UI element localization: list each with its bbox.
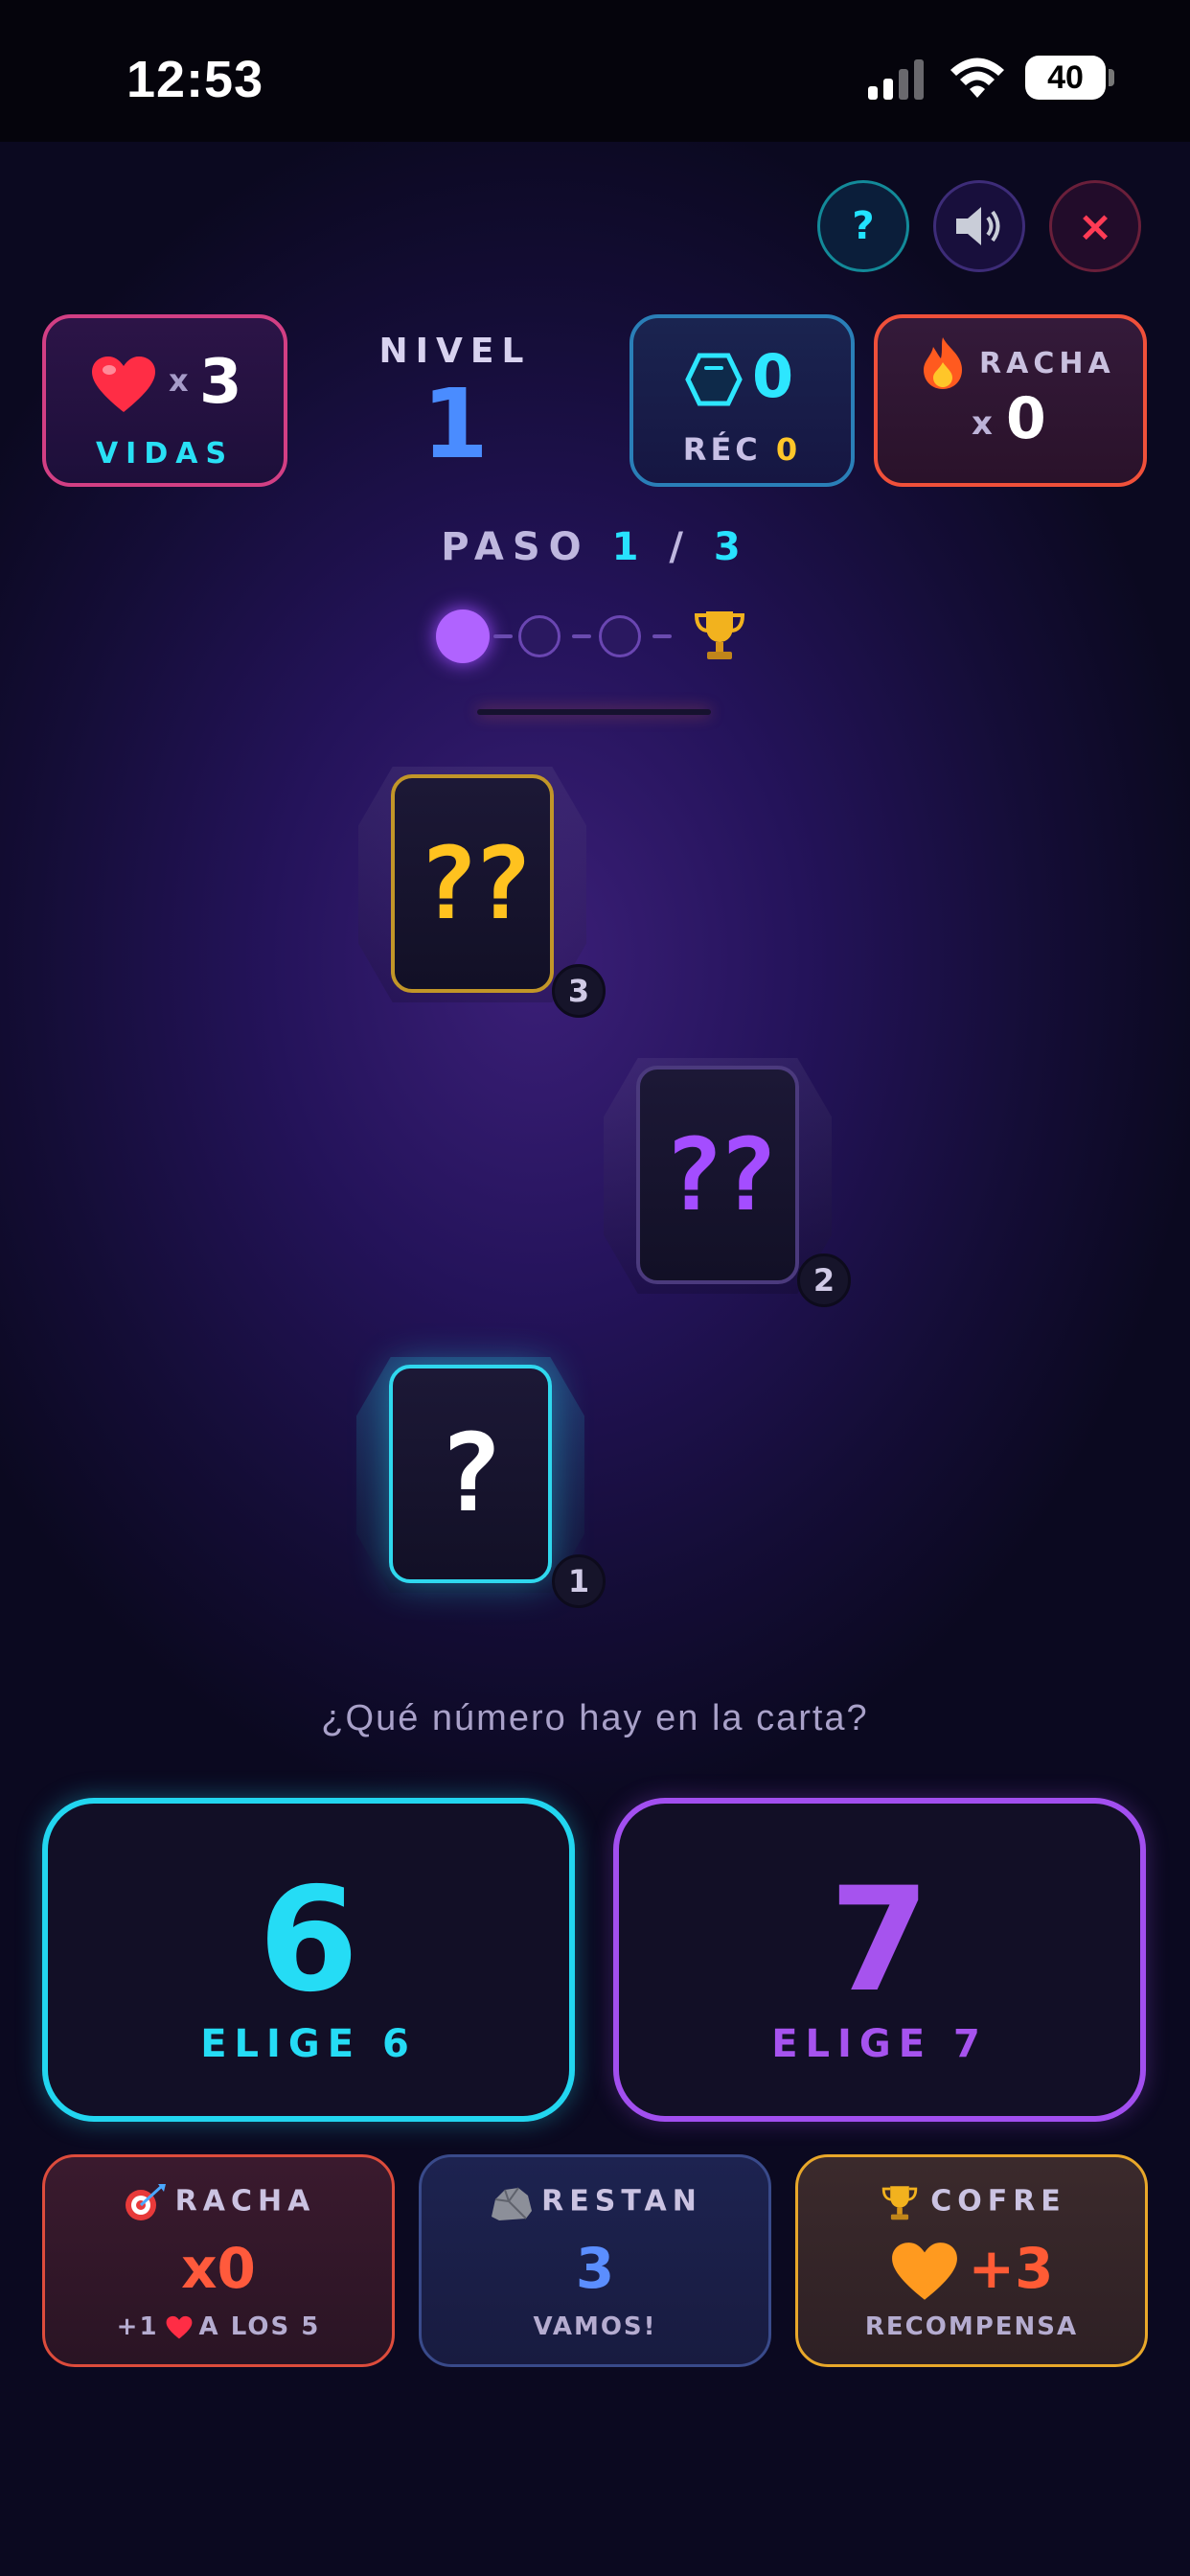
- progress-dot-1: [436, 610, 490, 663]
- answer-6-number: 6: [258, 1857, 359, 2024]
- streak-panel: RACHA x 0: [874, 314, 1147, 487]
- streak-card-value: x0: [181, 2236, 256, 2301]
- step-progress: [436, 606, 762, 667]
- remaining-card-header: RESTAN: [422, 2182, 768, 2222]
- answer-6-button[interactable]: 6 ELIGE 6: [42, 1798, 575, 2122]
- remaining-card: RESTAN 3 VAMOS!: [419, 2154, 771, 2367]
- card-2-badge: 2: [797, 1254, 851, 1307]
- streak-value: 0: [1006, 385, 1046, 452]
- heart-icon: [92, 356, 155, 412]
- dart-target-icon: [125, 2184, 166, 2220]
- streak-label: RACHA: [979, 347, 1115, 380]
- level-number: 1: [422, 368, 489, 480]
- streak-card-title: RACHA: [174, 2184, 316, 2219]
- remaining-card-value: 3: [575, 2236, 615, 2301]
- record-panel: 0 RÉC 0: [629, 314, 855, 487]
- chest-card-header: COFRE: [798, 2182, 1145, 2222]
- answer-6-label: ELIGE 6: [200, 2022, 417, 2066]
- answer-7-number: 7: [829, 1857, 930, 2024]
- record-label: RÉC 0: [682, 431, 802, 468]
- chest-card: COFRE +3 RECOMPENSA: [795, 2154, 1148, 2367]
- answer-7-label: ELIGE 7: [771, 2022, 988, 2066]
- card-1: ?: [389, 1365, 552, 1583]
- lives-label: VIDAS: [95, 437, 235, 471]
- step-total: 3: [713, 525, 749, 569]
- sound-button[interactable]: [933, 180, 1025, 272]
- streak-card: RACHA x0 +1 A LOS 5: [42, 2154, 395, 2367]
- heart-icon: [166, 2315, 192, 2338]
- wifi-icon: [950, 58, 1004, 98]
- cellular-signal-icon: [868, 58, 927, 100]
- card-3-badge: 3: [552, 964, 606, 1018]
- remaining-card-footer: VAMOS!: [533, 2312, 657, 2341]
- chest-card-footer: RECOMPENSA: [864, 2312, 1079, 2341]
- help-button[interactable]: ?: [817, 180, 909, 272]
- status-time: 12:53: [126, 51, 264, 108]
- answer-7-button[interactable]: 7 ELIGE 7: [613, 1798, 1146, 2122]
- remaining-card-title: RESTAN: [541, 2184, 702, 2219]
- record-value: 0: [752, 341, 794, 411]
- orange-heart-icon: [891, 2242, 957, 2300]
- chest-card-title: COFRE: [930, 2184, 1066, 2219]
- progress-dash: [572, 634, 591, 638]
- chest-card-value: +3: [798, 2236, 1145, 2304]
- divider: [477, 709, 711, 715]
- streak-card-footer: +1 A LOS 5: [116, 2312, 321, 2341]
- step-indicator: PASO 1 / 3: [0, 525, 1190, 569]
- card-3: ??: [391, 774, 554, 993]
- lives-count: 3: [199, 347, 242, 418]
- trophy-icon: [881, 2186, 918, 2220]
- lives-multiplier: x: [169, 362, 189, 399]
- card-2: ??: [636, 1066, 799, 1284]
- status-bar: 12:53 40: [0, 0, 1190, 142]
- progress-dot-2: [518, 615, 561, 657]
- streak-card-header: RACHA: [45, 2182, 392, 2222]
- record-label-value: 0: [775, 431, 802, 468]
- streak-multiplier: x: [972, 404, 993, 443]
- step-current: 1: [611, 525, 648, 569]
- progress-dash: [652, 634, 672, 638]
- question-text: ¿Qué número hay en la carta?: [321, 1698, 869, 1738]
- trophy-icon: [694, 611, 745, 659]
- speaker-icon: [956, 207, 1000, 245]
- lives-panel: x 3 VIDAS: [42, 314, 287, 487]
- rock-icon: [492, 2187, 533, 2220]
- level-label: NIVEL: [378, 332, 532, 371]
- card-1-badge: 1: [552, 1554, 606, 1608]
- progress-dash: [493, 634, 513, 638]
- step-separator: /: [669, 525, 692, 569]
- gem-icon: [685, 353, 743, 406]
- battery-indicator: 40: [1025, 56, 1106, 100]
- fire-icon: [924, 337, 962, 389]
- step-label: PASO: [441, 525, 590, 569]
- progress-dot-3: [599, 615, 641, 657]
- battery-tip: [1109, 69, 1114, 86]
- close-button[interactable]: ×: [1049, 180, 1141, 272]
